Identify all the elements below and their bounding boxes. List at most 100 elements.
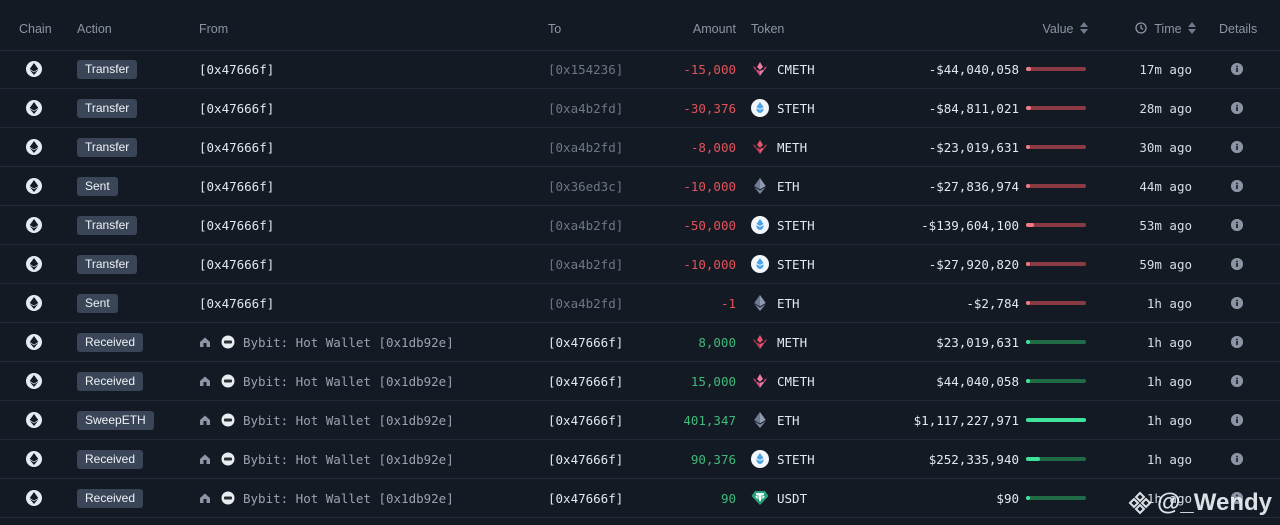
value-cell: -$27,836,974 bbox=[929, 167, 1019, 205]
from-address: Bybit: Hot Wallet [0x1db92e] bbox=[243, 373, 454, 389]
ethereum-icon bbox=[26, 178, 42, 194]
from-cell[interactable]: Bybit: Hot Wallet [0x1db92e] bbox=[199, 362, 454, 400]
to-cell[interactable]: [0x47666f] bbox=[548, 479, 623, 517]
token-cell[interactable]: ETH bbox=[751, 167, 800, 205]
token-symbol: STETH bbox=[777, 256, 815, 272]
details-cell[interactable] bbox=[1231, 401, 1243, 439]
table-row[interactable]: Received Bybit: Hot Wallet [0x1db92e] [0x4… bbox=[0, 440, 1280, 479]
usd-value: -$23,019,631 bbox=[928, 139, 1019, 155]
to-cell[interactable]: [0x47666f] bbox=[548, 362, 623, 400]
header-value-sort[interactable]: Value bbox=[1042, 0, 1088, 50]
token-cell[interactable]: STETH bbox=[751, 440, 815, 478]
time-ago: 1h ago bbox=[1146, 295, 1192, 311]
from-entity[interactable]: Bybit: Hot Wallet [0x1db92e] bbox=[199, 335, 454, 350]
info-icon[interactable] bbox=[1231, 414, 1243, 426]
to-cell[interactable]: [0xa4b2fd] bbox=[548, 128, 623, 166]
details-cell[interactable] bbox=[1231, 440, 1243, 478]
details-cell[interactable] bbox=[1231, 206, 1243, 244]
info-icon[interactable] bbox=[1231, 63, 1243, 75]
token-cell[interactable]: STETH bbox=[751, 89, 815, 127]
from-cell[interactable]: [0x47666f] bbox=[199, 284, 274, 322]
from-cell[interactable]: [0x47666f] bbox=[199, 89, 274, 127]
details-cell[interactable] bbox=[1231, 50, 1243, 88]
token-cell[interactable]: METH bbox=[751, 323, 807, 361]
action-cell: Received bbox=[77, 323, 144, 361]
to-cell[interactable]: [0x154236] bbox=[548, 50, 623, 88]
action-cell: Transfer bbox=[77, 206, 138, 244]
to-cell[interactable]: [0xa4b2fd] bbox=[548, 206, 623, 244]
from-cell[interactable]: [0x47666f] bbox=[199, 50, 274, 88]
ethereum-icon bbox=[26, 139, 42, 155]
details-cell[interactable] bbox=[1231, 245, 1243, 283]
details-cell[interactable] bbox=[1231, 89, 1243, 127]
table-row[interactable]: Transfer [0x47666f] [0xa4b2fd] -10,000 STETH… bbox=[0, 245, 1280, 284]
info-icon[interactable] bbox=[1231, 180, 1243, 192]
from-cell[interactable]: Bybit: Hot Wallet [0x1db92e] bbox=[199, 401, 454, 439]
to-address: [0xa4b2fd] bbox=[548, 139, 624, 155]
info-icon[interactable] bbox=[1231, 219, 1243, 231]
table-row[interactable]: Transfer [0x47666f] [0xa4b2fd] -8,000 METH -$… bbox=[0, 128, 1280, 167]
table-row[interactable]: Transfer [0x47666f] [0xa4b2fd] -50,000 STETH… bbox=[0, 206, 1280, 245]
from-cell[interactable]: [0x47666f] bbox=[199, 167, 274, 205]
from-entity[interactable]: Bybit: Hot Wallet [0x1db92e] bbox=[199, 413, 454, 428]
token-cell[interactable]: USDT bbox=[751, 479, 807, 517]
token-cell[interactable]: METH bbox=[751, 128, 807, 166]
info-icon[interactable] bbox=[1231, 141, 1243, 153]
details-cell[interactable] bbox=[1231, 128, 1243, 166]
info-icon[interactable] bbox=[1231, 297, 1243, 309]
from-cell[interactable]: [0x47666f] bbox=[199, 128, 274, 166]
info-icon[interactable] bbox=[1231, 336, 1243, 348]
to-cell[interactable]: [0x47666f] bbox=[548, 440, 623, 478]
table-row[interactable]: Transfer [0x47666f] [0xa4b2fd] -30,376 STETH… bbox=[0, 89, 1280, 128]
token-cell[interactable]: STETH bbox=[751, 206, 815, 244]
to-address: [0x47666f] bbox=[548, 412, 624, 428]
to-cell[interactable]: [0xa4b2fd] bbox=[548, 284, 623, 322]
from-entity[interactable]: Bybit: Hot Wallet [0x1db92e] bbox=[199, 374, 454, 389]
amount-value: -15,000 bbox=[683, 61, 736, 77]
amount-cell: 90 bbox=[721, 479, 736, 517]
cmeth-icon bbox=[751, 60, 769, 78]
header-time-sort[interactable]: Time bbox=[1135, 0, 1197, 50]
details-cell[interactable] bbox=[1231, 323, 1243, 361]
from-cell[interactable]: [0x47666f] bbox=[199, 245, 274, 283]
table-row[interactable]: Transfer [0x47666f] [0x154236] -15,000 CMETH… bbox=[0, 50, 1280, 89]
to-cell[interactable]: [0xa4b2fd] bbox=[548, 89, 623, 127]
table-row[interactable]: Received Bybit: Hot Wallet [0x1db92e] [0x4… bbox=[0, 323, 1280, 362]
token-cell[interactable]: CMETH bbox=[751, 50, 815, 88]
to-cell[interactable]: [0x47666f] bbox=[548, 323, 623, 361]
token-cell[interactable]: STETH bbox=[751, 245, 815, 283]
to-cell[interactable]: [0xa4b2fd] bbox=[548, 245, 623, 283]
to-cell[interactable]: [0x47666f] bbox=[548, 401, 623, 439]
token-symbol: CMETH bbox=[777, 373, 815, 389]
details-cell[interactable] bbox=[1231, 284, 1243, 322]
header-chain: Chain bbox=[19, 22, 52, 36]
token-symbol: STETH bbox=[777, 100, 815, 116]
table-row[interactable]: SweepETH Bybit: Hot Wallet [0x1db92e] [0x4… bbox=[0, 401, 1280, 440]
token-cell[interactable]: CMETH bbox=[751, 362, 815, 400]
info-icon[interactable] bbox=[1231, 453, 1243, 465]
from-entity[interactable]: Bybit: Hot Wallet [0x1db92e] bbox=[199, 491, 454, 506]
value-bar bbox=[1026, 457, 1086, 461]
action-badge: Transfer bbox=[77, 254, 138, 274]
details-cell[interactable] bbox=[1231, 362, 1243, 400]
token-cell[interactable]: ETH bbox=[751, 401, 800, 439]
table-row[interactable]: Sent [0x47666f] [0x36ed3c] -10,000 ETH -$27,8… bbox=[0, 167, 1280, 206]
table-row[interactable]: Received Bybit: Hot Wallet [0x1db92e] [0x4… bbox=[0, 362, 1280, 401]
value-bar-cell bbox=[1026, 167, 1086, 205]
details-cell[interactable] bbox=[1231, 167, 1243, 205]
from-cell[interactable]: [0x47666f] bbox=[199, 206, 274, 244]
info-icon[interactable] bbox=[1231, 258, 1243, 270]
info-icon[interactable] bbox=[1231, 102, 1243, 114]
from-cell[interactable]: Bybit: Hot Wallet [0x1db92e] bbox=[199, 479, 454, 517]
from-cell[interactable]: Bybit: Hot Wallet [0x1db92e] bbox=[199, 440, 454, 478]
amount-cell: 15,000 bbox=[691, 362, 736, 400]
to-cell[interactable]: [0x36ed3c] bbox=[548, 167, 623, 205]
table-row[interactable]: Sent [0x47666f] [0xa4b2fd] -1 ETH -$2,784 1h a… bbox=[0, 284, 1280, 323]
from-entity[interactable]: Bybit: Hot Wallet [0x1db92e] bbox=[199, 452, 454, 467]
table-row[interactable]: Received Bybit: Hot Wallet [0x1db92e] [0x4… bbox=[0, 479, 1280, 518]
token-cell[interactable]: ETH bbox=[751, 284, 800, 322]
from-cell[interactable]: Bybit: Hot Wallet [0x1db92e] bbox=[199, 323, 454, 361]
action-badge: Sent bbox=[77, 176, 118, 196]
info-icon[interactable] bbox=[1231, 375, 1243, 387]
steth-icon bbox=[751, 255, 769, 273]
